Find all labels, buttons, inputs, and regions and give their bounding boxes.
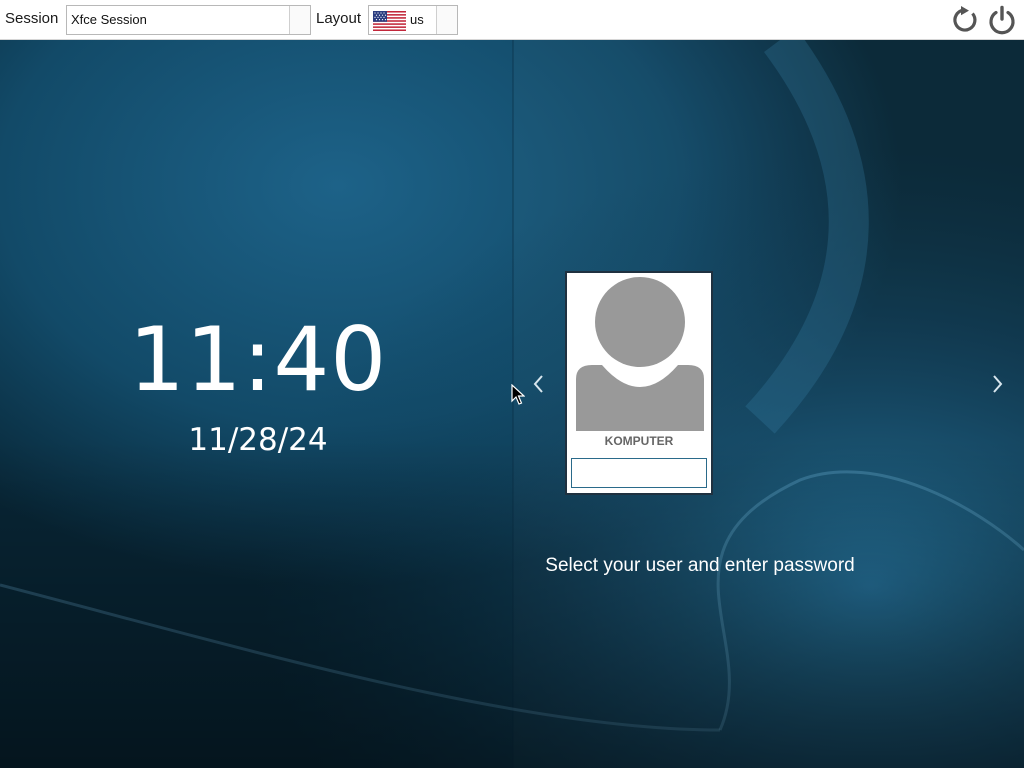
power-icon[interactable] — [987, 5, 1017, 35]
user-avatar-icon — [576, 277, 704, 431]
session-dropdown-button[interactable] — [289, 6, 310, 34]
restart-icon[interactable] — [950, 5, 980, 35]
session-value: Xfce Session — [71, 12, 147, 27]
session-label: Session — [5, 10, 59, 27]
clock-date: 11/28/24 — [188, 422, 328, 458]
layout-label: Layout — [316, 10, 362, 27]
layout-dropdown-button[interactable] — [436, 6, 457, 34]
clock-time: 11:40 — [128, 308, 388, 411]
session-combobox[interactable]: Xfce Session — [66, 5, 311, 35]
top-bar: Session Xfce Session Layout us — [0, 0, 1024, 40]
username-label: KOMPUTER — [604, 434, 674, 448]
layout-value: us — [410, 12, 424, 27]
user-card[interactable]: KOMPUTER — [565, 271, 713, 495]
previous-user-chevron-icon[interactable] — [531, 373, 547, 395]
mouse-pointer-icon — [511, 384, 525, 405]
us-flag-icon — [373, 11, 406, 31]
next-user-chevron-icon[interactable] — [989, 373, 1005, 395]
password-input[interactable] — [571, 458, 707, 488]
layout-combobox[interactable]: us — [368, 5, 458, 35]
login-hint: Select your user and enter password — [545, 555, 855, 576]
